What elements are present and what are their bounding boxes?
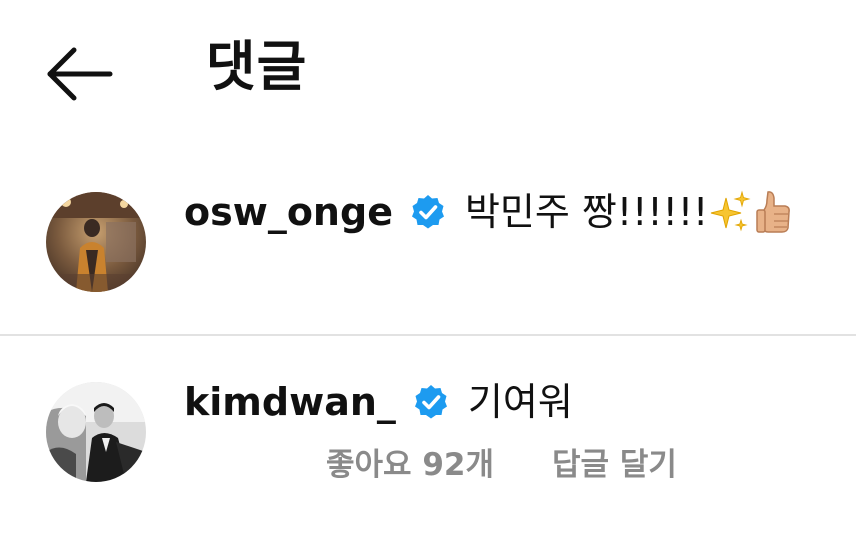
- sparkles-emoji-icon: [708, 188, 752, 236]
- comment-username[interactable]: kimdwan_: [184, 378, 396, 426]
- back-button[interactable]: [38, 40, 122, 104]
- comment-actions: 좋아요 92개 답글 달기: [326, 442, 677, 488]
- avatar[interactable]: [46, 382, 146, 482]
- reply-button[interactable]: 답글 달기: [552, 442, 677, 488]
- page-title: 댓글: [206, 35, 308, 98]
- comment-meta-line: kimdwan_ 기여워: [184, 378, 573, 426]
- avatar[interactable]: [46, 192, 146, 292]
- comment-text: 박민주 짱!!!!!!: [464, 190, 709, 234]
- comment-text: 기여워: [467, 380, 573, 424]
- comment-meta-line: osw_onge 박민주 짱!!!!!!: [184, 188, 796, 236]
- header-bar: 댓글: [0, 0, 856, 140]
- verified-badge-icon: [412, 383, 450, 421]
- divider: [0, 334, 856, 336]
- comment-username[interactable]: osw_onge: [184, 188, 393, 236]
- thumbs-up-emoji-icon: [752, 188, 796, 236]
- arrow-left-icon: [47, 47, 113, 101]
- likes-count-button[interactable]: 좋아요 92개: [326, 442, 494, 488]
- verified-badge-icon: [409, 193, 447, 231]
